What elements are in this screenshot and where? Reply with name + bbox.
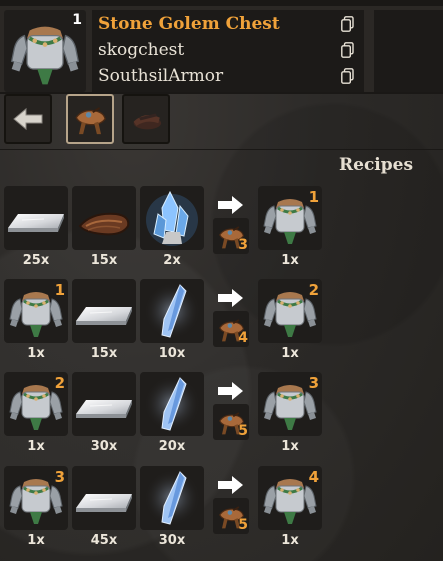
ingredient-amount: 1x	[27, 346, 45, 361]
ingredient-slot[interactable]	[140, 186, 204, 250]
blue-crystal-shard-icon	[140, 466, 204, 530]
ingredient-amount: 30x	[90, 439, 118, 454]
ingredient-slot[interactable]	[72, 372, 136, 436]
result-amount: 1x	[281, 253, 299, 268]
copy-icon[interactable]	[341, 68, 354, 84]
ingredient-slot[interactable]	[140, 279, 204, 343]
workbench-icon	[68, 96, 112, 142]
crafting-station-slot[interactable]: 5	[213, 404, 249, 440]
recipe-row: 3 1x 45x 30x 5 4 1x	[4, 466, 443, 560]
result-slot[interactable]: 3	[258, 372, 322, 436]
recipes-heading: Recipes	[339, 155, 414, 175]
ingredient-slot[interactable]	[72, 186, 136, 250]
ingredient-amount: 2x	[163, 253, 181, 268]
ingredient-amount: 45x	[90, 533, 118, 548]
recipe-row: 1 1x 15x 10x 4 2 1x	[4, 279, 443, 373]
tab-forge[interactable]	[122, 94, 170, 144]
ingredient-slot[interactable]: 2	[4, 372, 68, 436]
station-level: 5	[238, 423, 248, 439]
blue-crystal-shard-icon	[140, 279, 204, 343]
ingredient-level: 3	[54, 468, 65, 486]
result-slot[interactable]: 2	[258, 279, 322, 343]
nav-bar	[4, 94, 443, 144]
station-level: 3	[238, 237, 248, 253]
result-slot[interactable]: 4	[258, 466, 322, 530]
iron-ingot-icon	[4, 186, 68, 250]
ingredient-amount: 15x	[90, 346, 118, 361]
back-button[interactable]	[4, 94, 52, 144]
arrow-left-icon	[13, 107, 43, 131]
silver-ingot-icon	[72, 466, 136, 530]
arrow-right-icon	[218, 476, 243, 494]
item-prefab-row: skogchest	[98, 38, 358, 62]
arrow-right-icon	[218, 382, 243, 400]
divider	[0, 149, 443, 150]
ingredient-slot[interactable]	[72, 466, 136, 530]
item-header: 1 Stone Golem Chest skogchest SouthsilAr…	[0, 6, 443, 94]
item-count: 1	[72, 12, 82, 28]
ingredient-amount: 25x	[22, 253, 50, 268]
silver-ingot-icon	[72, 372, 136, 436]
station-level: 5	[238, 517, 248, 533]
forge-icon	[133, 113, 162, 130]
ingredient-slot[interactable]: 1	[4, 279, 68, 343]
crafting-station-slot[interactable]: 4	[213, 311, 249, 347]
crafting-station-slot[interactable]: 5	[213, 498, 249, 534]
ingredient-slot[interactable]	[72, 279, 136, 343]
ingredient-slot[interactable]: 3	[4, 466, 68, 530]
copy-icon[interactable]	[341, 42, 354, 58]
arrow-right-icon	[218, 196, 243, 214]
ingredient-amount: 10x	[158, 346, 186, 361]
item-mod-row: SouthsilArmor	[98, 64, 358, 88]
tab-workbench[interactable]	[66, 94, 114, 144]
item-icon-slot: 1	[4, 10, 86, 92]
copy-icon[interactable]	[341, 16, 354, 32]
ingredient-amount: 30x	[158, 533, 186, 548]
ingredient-level: 2	[54, 374, 65, 392]
crafting-station-slot[interactable]: 3	[213, 218, 249, 254]
station-level: 4	[238, 330, 248, 346]
item-title: Stone Golem Chest	[98, 14, 280, 34]
arrow-right-icon	[218, 289, 243, 307]
item-name-panel: Stone Golem Chest skogchest SouthsilArmo…	[92, 10, 364, 92]
ingredient-slot[interactable]	[4, 186, 68, 250]
silver-ingot-icon	[72, 279, 136, 343]
crystal-icon	[146, 190, 198, 246]
result-level: 3	[308, 374, 319, 392]
item-mod-name: SouthsilArmor	[98, 66, 224, 86]
result-level: 4	[308, 468, 319, 486]
item-prefab-name: skogchest	[98, 40, 185, 60]
ingredient-amount: 1x	[27, 533, 45, 548]
blue-crystal-shard-icon	[140, 372, 204, 436]
item-title-row: Stone Golem Chest	[98, 12, 358, 36]
recipe-row: 2 1x 30x 20x 5 3 1x	[4, 372, 443, 466]
ingredient-amount: 1x	[27, 439, 45, 454]
recipe-row: 25x 15x 2x 3 1 1x	[4, 186, 443, 280]
leather-scraps-icon	[78, 212, 130, 236]
side-panel	[374, 10, 443, 92]
result-slot[interactable]: 1	[258, 186, 322, 250]
result-level: 2	[308, 281, 319, 299]
ingredient-level: 1	[54, 281, 65, 299]
result-level: 1	[308, 188, 319, 206]
ingredient-amount: 20x	[158, 439, 186, 454]
result-amount: 1x	[281, 533, 299, 548]
ingredient-slot[interactable]	[140, 372, 204, 436]
ingredient-slot[interactable]	[140, 466, 204, 530]
result-amount: 1x	[281, 346, 299, 361]
result-amount: 1x	[281, 439, 299, 454]
ingredient-amount: 15x	[90, 253, 118, 268]
